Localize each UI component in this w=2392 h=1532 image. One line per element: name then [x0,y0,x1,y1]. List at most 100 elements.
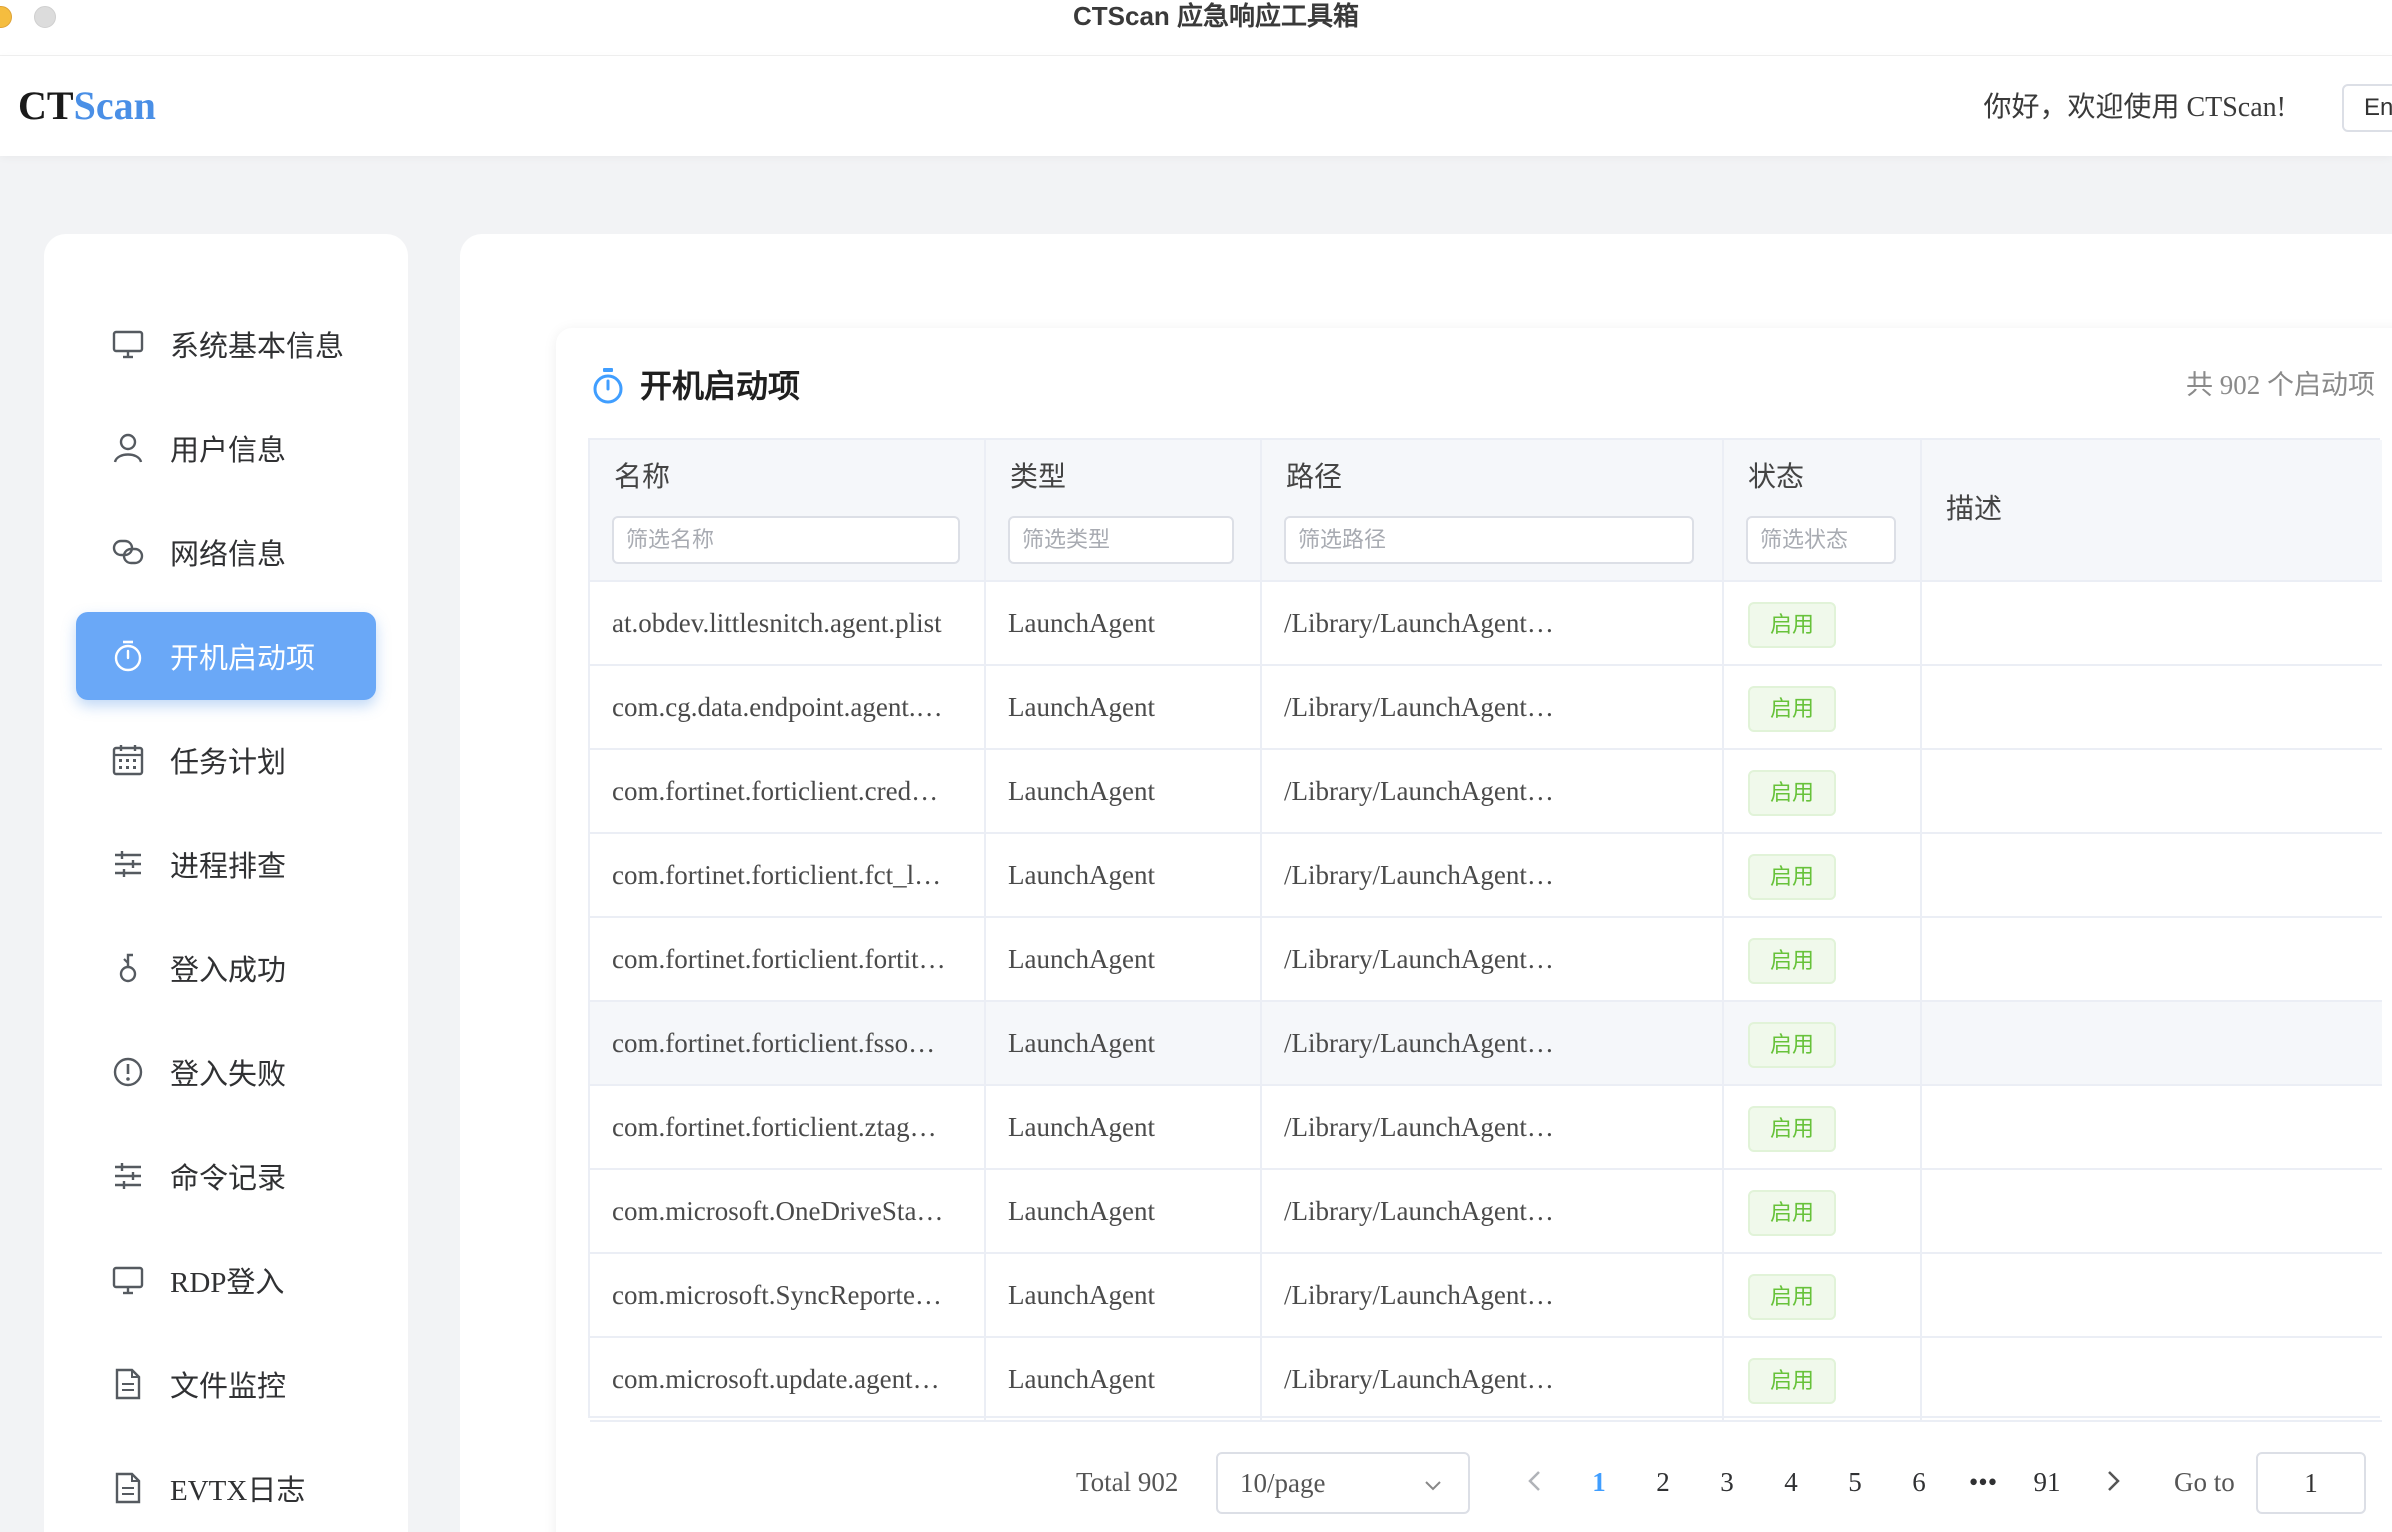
page-size-select[interactable]: 10/page [1216,1452,1470,1514]
column-header-status: 状态 [1724,440,1922,582]
column-label-type: 类型 [1010,462,1067,493]
next-page-icon[interactable] [2098,1466,2128,1496]
cell-status: 启用 [1724,834,1922,916]
cell-text: /Library/LaunchAgent… [1284,944,1554,974]
sidebar: 系统基本信息用户信息网络信息开机启动项任务计划进程排查登入成功登入失败命令记录 R… [44,234,408,1532]
filter-type-input[interactable] [1008,516,1234,564]
cell-text: LaunchAgent [1008,1196,1155,1226]
cell-text: LaunchAgent [1008,608,1155,638]
pagination-page[interactable]: 5 [1830,1460,1880,1504]
cell-desc [1922,582,2382,664]
item-count: 共 902 个启动项 [2186,370,2375,400]
cell-text: com.fortinet.forticlient.fsso… [612,1028,936,1058]
cell-desc [1922,834,2382,916]
sidebar-item[interactable]: 开机启动项 [76,612,376,700]
cell-text: at.obdev.littlesnitch.agent.plist [612,608,942,638]
pagination-page[interactable]: 4 [1766,1460,1816,1504]
sidebar-item-label: 命令记录 [170,1163,287,1195]
cell-text: com.fortinet.forticlient.cred… [612,776,939,806]
status-badge: 启用 [1748,1190,1836,1236]
cell-type: LaunchAgent [986,1254,1262,1336]
sidebar-item[interactable]: EVTX日志 [76,1444,376,1532]
goto-page-input[interactable] [2256,1452,2366,1514]
filter-name-input[interactable] [612,516,960,564]
table-row[interactable]: com.microsoft.OneDriveSta… LaunchAgent/Li… [590,1170,2382,1254]
pagination-more[interactable]: ••• [1958,1460,2008,1504]
sidebar-item[interactable]: 网络信息 [76,508,376,596]
cell-desc [1922,918,2382,1000]
pagination-page[interactable]: 1 [1574,1460,1624,1504]
column-label-description: 描述 [1946,494,2003,525]
cell-name: com.microsoft.OneDriveSta… [590,1170,986,1252]
sidebar-item-label: 进程排查 [170,851,287,883]
cell-status: 启用 [1724,1086,1922,1168]
pagination-page[interactable]: 6 [1894,1460,1944,1504]
sidebar-item[interactable]: 用户信息 [76,404,376,492]
cell-type: LaunchAgent [986,834,1262,916]
sliders-icon [108,844,148,884]
table-row[interactable]: at.obdev.littlesnitch.agent.plist LaunchA… [590,582,2382,666]
sidebar-item[interactable]: 任务计划 [76,716,376,804]
cell-name: com.cg.data.endpoint.agent.… [590,666,986,748]
sidebar-item-label: 登入失败 [170,1059,287,1091]
pagination-page[interactable]: 3 [1702,1460,1752,1504]
sidebar-item[interactable]: RDP登入 [76,1236,376,1324]
cell-path: /Library/LaunchAgent… [1262,834,1724,916]
sidebar-item[interactable]: 登入失败 [76,1028,376,1116]
cell-name: com.microsoft.update.agent… [590,1338,986,1420]
sidebar-item-label: 系统基本信息 [170,331,345,363]
window-title-bar: CTScan 应急响应工具箱 [0,0,2392,56]
cell-path: /Library/LaunchAgent… [1262,1254,1724,1336]
cell-text: /Library/LaunchAgent… [1284,608,1554,638]
sidebar-item[interactable]: 文件监控 [76,1340,376,1428]
cell-text: com.cg.data.endpoint.agent.… [612,692,943,722]
table-row[interactable]: com.microsoft.SyncReporte… LaunchAgent/Li… [590,1254,2382,1338]
cell-name: com.fortinet.forticlient.cred… [590,750,986,832]
cell-status: 启用 [1724,666,1922,748]
cell-desc [1922,1338,2382,1420]
app-logo: CTScan [18,82,156,130]
pagination-page[interactable]: 2 [1638,1460,1688,1504]
cell-type: LaunchAgent [986,1170,1262,1252]
table-row[interactable]: com.microsoft.update.agent… LaunchAgent/L… [590,1338,2382,1422]
cell-text: LaunchAgent [1008,944,1155,974]
sliders-icon [108,1156,148,1196]
language-switch-button[interactable]: En [2342,84,2392,132]
status-badge: 启用 [1748,770,1836,816]
link-icon [108,532,148,572]
cell-path: /Library/LaunchAgent… [1262,1170,1724,1252]
cell-status: 启用 [1724,582,1922,664]
page-title: 开机启动项 [640,368,801,404]
cell-type: LaunchAgent [986,1002,1262,1084]
cell-name: com.fortinet.forticlient.ztag… [590,1086,986,1168]
cell-text: /Library/LaunchAgent… [1284,1112,1554,1142]
table-row[interactable]: com.fortinet.forticlient.fsso… LaunchAgen… [590,1002,2382,1086]
table-row[interactable]: com.cg.data.endpoint.agent.… LaunchAgent /… [590,666,2382,750]
cell-path: /Library/LaunchAgent… [1262,1086,1724,1168]
status-badge: 启用 [1748,854,1836,900]
table-row[interactable]: com.fortinet.forticlient.fortit… LaunchAg… [590,918,2382,1002]
key-icon [108,948,148,988]
filter-path-input[interactable] [1284,516,1694,564]
cell-text: LaunchAgent [1008,1028,1155,1058]
prev-page-icon[interactable] [1520,1466,1550,1496]
cell-status: 启用 [1724,750,1922,832]
sidebar-item[interactable]: 系统基本信息 [76,300,376,388]
cell-text: LaunchAgent [1008,1112,1155,1142]
cell-desc [1922,750,2382,832]
table-row[interactable]: com.fortinet.forticlient.fct_l… LaunchAge… [590,834,2382,918]
sidebar-item[interactable]: 登入成功 [76,924,376,1012]
cell-path: /Library/LaunchAgent… [1262,918,1724,1000]
cell-text: com.fortinet.forticlient.ztag… [612,1112,937,1142]
sidebar-item-label: 文件监控 [170,1371,287,1403]
table-row[interactable]: com.fortinet.forticlient.ztag… LaunchAgen… [590,1086,2382,1170]
cell-name: com.fortinet.forticlient.fortit… [590,918,986,1000]
cell-type: LaunchAgent [986,666,1262,748]
sidebar-item[interactable]: 命令记录 [76,1132,376,1220]
table-row[interactable]: com.fortinet.forticlient.cred… LaunchAgen… [590,750,2382,834]
filter-status-input[interactable] [1746,516,1896,564]
cell-text: /Library/LaunchAgent… [1284,692,1554,722]
pagination-page[interactable]: 91 [2022,1460,2072,1504]
sidebar-item[interactable]: 进程排查 [76,820,376,908]
status-badge: 启用 [1748,1274,1836,1320]
